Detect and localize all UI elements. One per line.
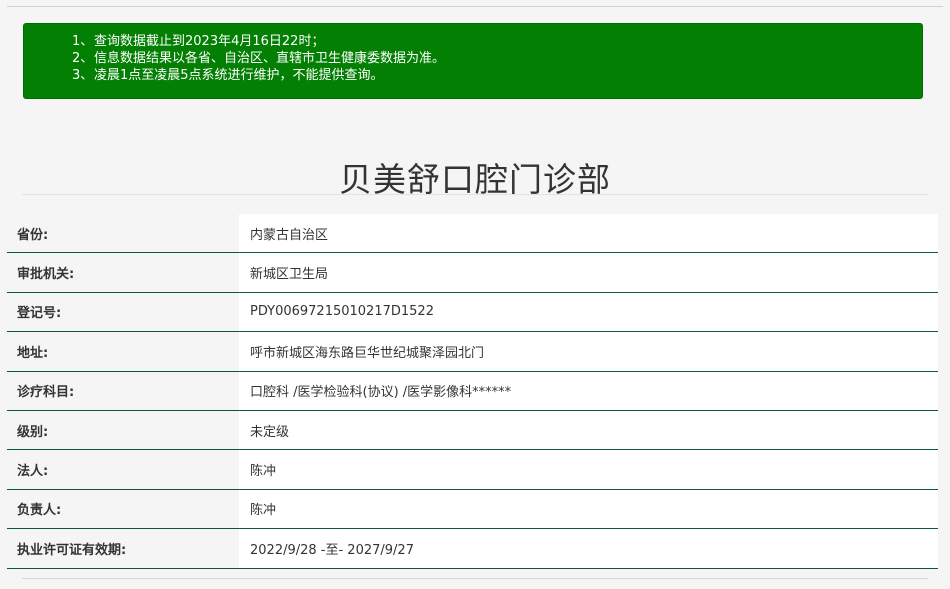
info-row-approval-authority: 审批机关: 新城区卫生局 — [7, 253, 938, 293]
info-label: 登记号: — [7, 292, 239, 332]
info-table: 省份: 内蒙古自治区 审批机关: 新城区卫生局 登记号: PDY00697215… — [7, 214, 938, 569]
info-label: 地址: — [7, 332, 239, 371]
info-row-legal-person: 法人: 陈冲 — [7, 450, 938, 490]
info-row-registration-number: 登记号: PDY00697215010217D1522 — [7, 292, 938, 333]
info-value: 内蒙古自治区 — [239, 214, 938, 253]
page: 1、 查询数据截止到2023年4月16日22时； 2、 信息数据结果以各省、自治… — [0, 0, 950, 589]
info-label: 执业许可证有效期: — [7, 529, 239, 568]
info-label: 诊疗科目: — [7, 371, 239, 410]
info-label: 省份: — [7, 214, 239, 253]
info-value: 未定级 — [239, 410, 938, 450]
info-row-person-in-charge: 负责人: 陈冲 — [7, 489, 938, 530]
info-row-address: 地址: 呼市新城区海东路巨华世纪城聚泽园北门 — [7, 332, 938, 372]
info-row-license-validity: 执业许可证有效期: 2022/9/28 -至- 2027/9/27 — [7, 529, 938, 569]
info-value: 口腔科 /医学检验科(协议) /医学影像科****** — [239, 371, 938, 410]
title-divider — [22, 194, 928, 195]
info-label: 审批机关: — [7, 253, 239, 292]
info-value: 新城区卫生局 — [239, 253, 938, 292]
notice-line-text: 凌晨1点至凌晨5点系统进行维护，不能提供查询。 — [94, 68, 384, 83]
info-value: 陈冲 — [239, 489, 938, 529]
info-row-departments: 诊疗科目: 口腔科 /医学检验科(协议) /医学影像科****** — [7, 371, 938, 411]
info-value: 陈冲 — [239, 450, 938, 489]
info-label: 法人: — [7, 450, 239, 489]
notice-line-number: 2、 — [72, 51, 94, 66]
notice-banner: 1、 查询数据截止到2023年4月16日22时； 2、 信息数据结果以各省、自治… — [23, 23, 923, 99]
info-label: 级别: — [7, 410, 239, 450]
notice-line-text: 查询数据截止到2023年4月16日22时； — [94, 34, 325, 49]
info-value: PDY00697215010217D1522 — [239, 292, 938, 332]
notice-line-text: 信息数据结果以各省、自治区、直辖市卫生健康委数据为准。 — [94, 51, 446, 66]
info-label: 负责人: — [7, 489, 239, 529]
info-value: 2022/9/28 -至- 2027/9/27 — [239, 529, 938, 568]
info-row-level: 级别: 未定级 — [7, 410, 938, 451]
bottom-divider — [22, 578, 928, 579]
info-row-province: 省份: 内蒙古自治区 — [7, 214, 938, 254]
info-value: 呼市新城区海东路巨华世纪城聚泽园北门 — [239, 332, 938, 371]
notice-line-1: 1、 查询数据截止到2023年4月16日22时； — [72, 33, 922, 50]
top-divider — [7, 6, 943, 7]
notice-line-2: 2、 信息数据结果以各省、自治区、直辖市卫生健康委数据为准。 — [72, 50, 922, 67]
notice-line-number: 1、 — [72, 34, 94, 49]
page-title: 贝美舒口腔门诊部 — [339, 160, 611, 200]
notice-line-number: 3、 — [72, 68, 94, 83]
notice-line-3: 3、 凌晨1点至凌晨5点系统进行维护，不能提供查询。 — [72, 67, 922, 84]
